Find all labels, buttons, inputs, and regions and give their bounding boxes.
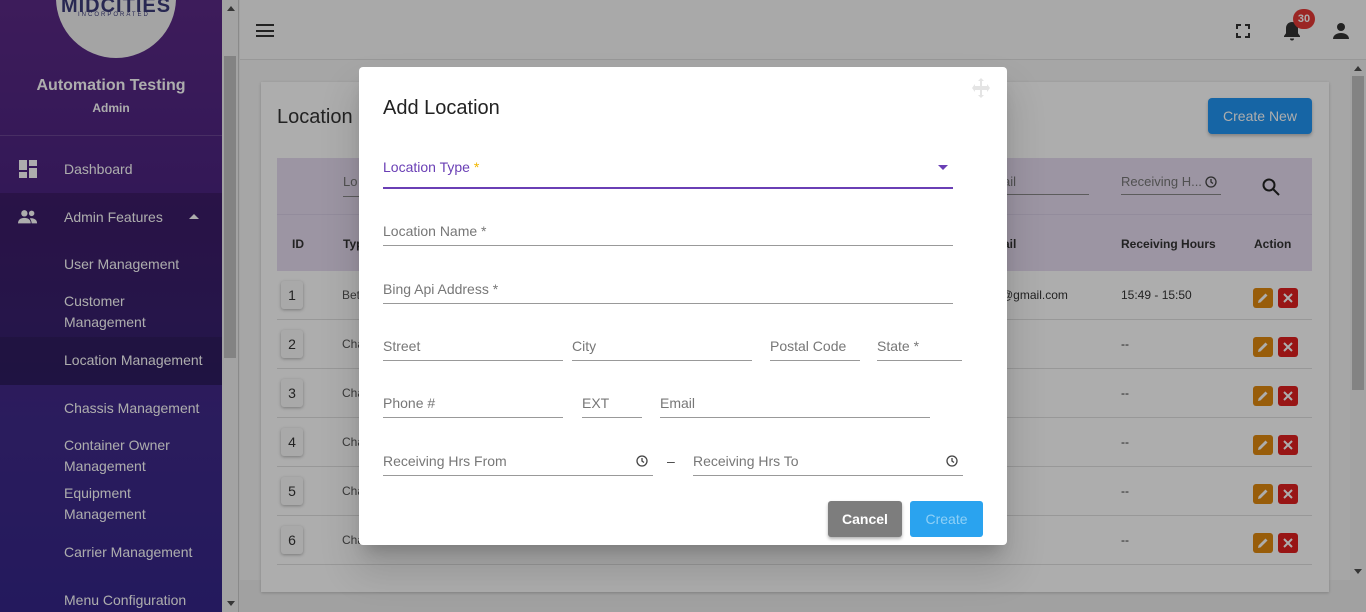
phone-field[interactable]: Phone # bbox=[383, 395, 563, 419]
field-underline bbox=[877, 360, 962, 361]
field-underline bbox=[693, 475, 963, 476]
chevron-down-icon bbox=[938, 165, 948, 170]
field-underline bbox=[572, 360, 752, 361]
ext-placeholder: EXT bbox=[582, 395, 610, 411]
bing-address-placeholder: Bing Api Address * bbox=[383, 281, 499, 297]
required-marker: * bbox=[473, 159, 480, 175]
receiving-hrs-to-placeholder: Receiving Hrs To bbox=[693, 453, 799, 469]
receiving-hrs-to-field[interactable]: Receiving Hrs To bbox=[693, 453, 963, 477]
create-button[interactable]: Create bbox=[910, 501, 983, 537]
city-placeholder: City bbox=[572, 338, 597, 354]
cancel-button[interactable]: Cancel bbox=[828, 501, 902, 537]
ext-field[interactable]: EXT bbox=[582, 395, 642, 419]
state-placeholder: State * bbox=[877, 338, 920, 354]
state-field[interactable]: State * bbox=[877, 338, 962, 362]
clock-icon[interactable] bbox=[636, 455, 648, 467]
location-name-field[interactable]: Location Name * bbox=[383, 223, 953, 247]
field-underline bbox=[383, 360, 563, 361]
email-placeholder: Email bbox=[660, 395, 696, 411]
city-field[interactable]: City bbox=[572, 338, 752, 362]
phone-placeholder: Phone # bbox=[383, 395, 436, 411]
street-placeholder: Street bbox=[383, 338, 421, 354]
field-underline bbox=[582, 417, 642, 418]
receiving-hrs-from-field[interactable]: Receiving Hrs From bbox=[383, 453, 653, 477]
street-field[interactable]: Street bbox=[383, 338, 563, 362]
field-underline bbox=[383, 245, 953, 246]
clock-icon[interactable] bbox=[946, 455, 958, 467]
field-underline bbox=[383, 417, 563, 418]
postal-code-placeholder: Postal Code bbox=[770, 338, 847, 354]
location-type-select[interactable]: Location Type * bbox=[383, 159, 953, 189]
field-underline bbox=[770, 360, 860, 361]
field-underline bbox=[383, 303, 953, 304]
location-name-placeholder: Location Name * bbox=[383, 223, 487, 239]
field-underline bbox=[660, 417, 930, 418]
receiving-hrs-from-placeholder: Receiving Hrs From bbox=[383, 453, 507, 469]
location-type-label-text: Location Type bbox=[383, 159, 470, 175]
location-type-label: Location Type * bbox=[383, 159, 479, 175]
add-location-dialog: Add Location Location Type * Location Na… bbox=[359, 67, 1007, 545]
postal-code-field[interactable]: Postal Code bbox=[770, 338, 860, 362]
bing-address-field[interactable]: Bing Api Address * bbox=[383, 281, 953, 305]
range-separator: – bbox=[667, 453, 675, 469]
email-field[interactable]: Email bbox=[660, 395, 930, 419]
field-underline bbox=[383, 187, 953, 189]
dialog-title: Add Location bbox=[383, 97, 500, 119]
field-underline bbox=[383, 475, 653, 476]
drag-move-icon[interactable] bbox=[970, 77, 992, 99]
